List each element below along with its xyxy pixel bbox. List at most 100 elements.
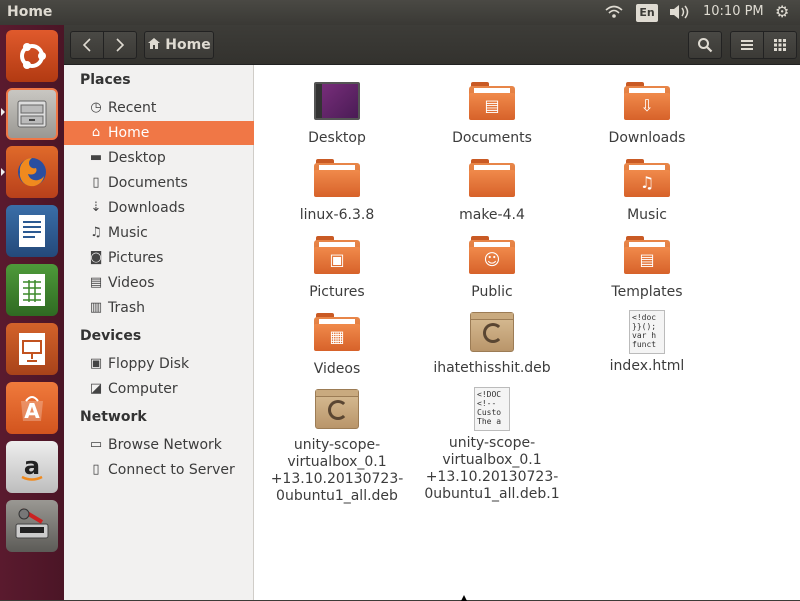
downloads-icon: ⇣ <box>90 200 102 215</box>
videos-icon: ▤ <box>89 275 103 290</box>
server-icon: ▯ <box>92 462 100 477</box>
file-item-templates[interactable]: ▤ Templates <box>572 233 722 301</box>
file-name: Desktop <box>308 130 366 146</box>
wifi-icon[interactable] <box>604 3 624 25</box>
recent-icon: ◷ <box>90 100 102 115</box>
file-name: Videos <box>313 361 361 377</box>
back-button[interactable] <box>70 31 104 59</box>
sidebar-section-places: Places <box>80 72 131 88</box>
menu-button[interactable] <box>730 31 764 59</box>
file-name: Documents <box>452 130 532 146</box>
file-manager-window: Home Places ◷ Recent ⌂ Home ▬ Desktop ▯ Docu… <box>64 25 800 600</box>
file-item-desktop[interactable]: Desktop <box>262 79 412 147</box>
videos-folder-icon: ▦ <box>313 313 361 357</box>
sidebar-item-label: Connect to Server <box>108 462 235 478</box>
running-indicator <box>1 108 5 116</box>
sidebar-item-label: Floppy Disk <box>108 356 190 372</box>
file-item-index-html[interactable]: <!doc }}(); var h funct index.html <box>572 310 722 375</box>
amazon-icon[interactable]: a <box>6 441 58 493</box>
sidebar-item-label: Documents <box>108 175 188 191</box>
forward-button[interactable] <box>103 31 137 59</box>
sidebar-item-connect-to-server[interactable]: ▯ Connect to Server <box>64 458 254 482</box>
home-icon <box>147 37 161 54</box>
sidebar-item-desktop[interactable]: ▬ Desktop <box>64 146 254 170</box>
file-name: Music <box>627 207 667 223</box>
firefox-icon[interactable] <box>6 146 58 198</box>
file-item-unity-scope-deb-1[interactable]: <!DOC <!-- Custo The a unity-scope- virt… <box>417 387 567 503</box>
desktop-icon: ▬ <box>89 150 103 165</box>
sidebar-item-recent[interactable]: ◷ Recent <box>64 96 254 120</box>
ubuntu-dash-icon[interactable] <box>6 30 58 82</box>
sidebar-item-label: Recent <box>108 100 157 116</box>
svg-text:A: A <box>24 399 40 423</box>
sidebar-item-label: Desktop <box>108 150 166 166</box>
file-name: linux-6.3.8 <box>299 207 375 223</box>
folder-icon <box>313 159 361 203</box>
libreoffice-writer-icon[interactable] <box>6 205 58 257</box>
sidebar-item-music[interactable]: ♫ Music <box>64 221 254 245</box>
sidebar-item-videos[interactable]: ▤ Videos <box>64 271 254 295</box>
mouse-cursor <box>461 595 467 601</box>
keyboard-language-indicator[interactable]: En <box>636 4 658 22</box>
sidebar-item-label: Downloads <box>108 200 185 216</box>
gear-icon[interactable]: ⚙ <box>775 2 789 21</box>
sidebar-item-label: Videos <box>108 275 155 291</box>
sidebar: Places ◷ Recent ⌂ Home ▬ Desktop ▯ Documents… <box>64 65 254 600</box>
file-item-deb[interactable]: ihatethisshit.deb <box>417 310 567 377</box>
sidebar-item-browse-network[interactable]: ▭ Browse Network <box>64 433 254 457</box>
file-view: Desktop ▤ Documents ⇩ Downloads linux-6.… <box>255 65 800 600</box>
sidebar-item-trash[interactable]: ▥ Trash <box>64 296 254 320</box>
downloads-folder-icon: ⇩ <box>623 82 671 126</box>
file-item-public[interactable]: ☺ Public <box>417 233 567 301</box>
launcher: A a <box>0 25 64 600</box>
sidebar-item-label: Trash <box>108 300 145 316</box>
trash-icon: ▥ <box>89 300 103 315</box>
file-item-unity-scope-deb[interactable]: unity-scope- virtualbox_0.1 +13.10.20130… <box>262 387 412 505</box>
pictures-icon: ◙ <box>89 250 103 265</box>
sidebar-item-downloads[interactable]: ⇣ Downloads <box>64 196 254 220</box>
app-title: Home <box>7 4 53 20</box>
menu-icon <box>741 40 753 50</box>
sidebar-item-home[interactable]: ⌂ Home <box>64 121 254 145</box>
sidebar-section-devices: Devices <box>80 328 142 344</box>
file-item-documents[interactable]: ▤ Documents <box>417 79 567 147</box>
sidebar-item-computer[interactable]: ◪ Computer <box>64 377 254 401</box>
files-icon[interactable] <box>6 88 58 140</box>
volume-icon[interactable] <box>668 3 690 25</box>
libreoffice-impress-icon[interactable] <box>6 323 58 375</box>
file-item-music[interactable]: ♫ Music <box>572 156 722 224</box>
network-icon: ▭ <box>89 437 103 452</box>
html-file-icon: <!doc }}(); var h funct <box>623 310 671 354</box>
file-name: Templates <box>611 284 683 300</box>
sidebar-item-label: Computer <box>108 381 178 397</box>
documents-icon: ▯ <box>92 175 100 190</box>
sidebar-item-pictures[interactable]: ◙ Pictures <box>64 246 254 270</box>
file-name: Public <box>471 284 513 300</box>
home-icon: ⌂ <box>91 125 101 140</box>
libreoffice-calc-icon[interactable] <box>6 264 58 316</box>
view-grid-button[interactable] <box>763 31 797 59</box>
documents-folder-icon: ▤ <box>468 82 516 126</box>
sidebar-item-label: Home <box>108 125 150 141</box>
file-item-make[interactable]: make-4.4 <box>417 156 567 224</box>
search-button[interactable] <box>688 31 722 59</box>
system-settings-icon[interactable] <box>6 500 58 552</box>
music-folder-icon: ♫ <box>623 159 671 203</box>
file-item-downloads[interactable]: ⇩ Downloads <box>572 79 722 147</box>
file-item-videos[interactable]: ▦ Videos <box>262 310 412 378</box>
sidebar-item-floppy-disk[interactable]: ▣ Floppy Disk <box>64 352 254 376</box>
desktop-folder-icon <box>313 82 361 126</box>
software-center-icon[interactable]: A <box>6 382 58 434</box>
pictures-folder-icon: ▣ <box>313 236 361 280</box>
sidebar-item-documents[interactable]: ▯ Documents <box>64 171 254 195</box>
location-home-button[interactable]: Home <box>144 31 214 59</box>
file-item-linux[interactable]: linux-6.3.8 <box>262 156 412 224</box>
sidebar-section-network: Network <box>80 409 147 425</box>
deb-package-icon <box>313 389 361 433</box>
file-item-pictures[interactable]: ▣ Pictures <box>262 233 412 301</box>
top-panel: Home En 10:10 PM ⚙ <box>0 0 800 25</box>
svg-text:a: a <box>24 452 40 480</box>
clock[interactable]: 10:10 PM <box>703 4 764 19</box>
deb-package-icon <box>468 312 516 356</box>
file-name: ihatethisshit.deb <box>433 360 551 376</box>
